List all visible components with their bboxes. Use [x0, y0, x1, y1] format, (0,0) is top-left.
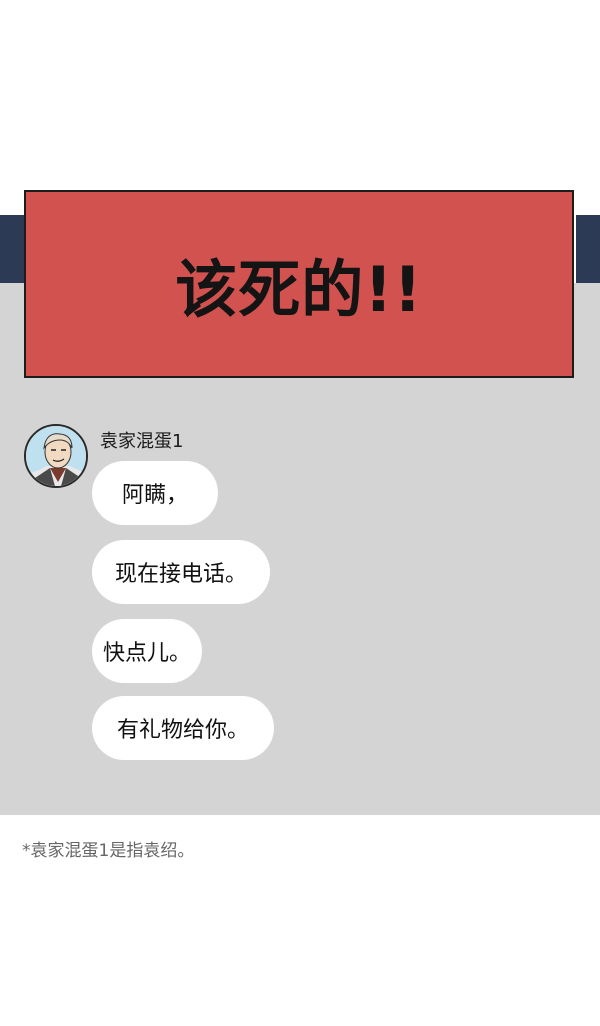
- message-bubble-3: 快点儿。: [92, 619, 202, 683]
- message-bubble-1: 阿瞒，: [92, 461, 218, 525]
- message-bubble-4: 有礼物给你。: [92, 696, 274, 760]
- shout-panel: 该死的!!: [24, 190, 574, 378]
- message-bubble-2: 现在接电话。: [92, 540, 270, 604]
- contact-avatar: [24, 424, 88, 488]
- right-dark-bar: [576, 215, 600, 283]
- top-blank-area: [0, 0, 600, 215]
- left-dark-bar: [0, 215, 26, 283]
- shout-text: 该死的!!: [175, 253, 423, 326]
- sender-name: 袁家混蛋1: [100, 431, 184, 452]
- footnote: *袁家混蛋1是指袁绍。: [22, 841, 195, 861]
